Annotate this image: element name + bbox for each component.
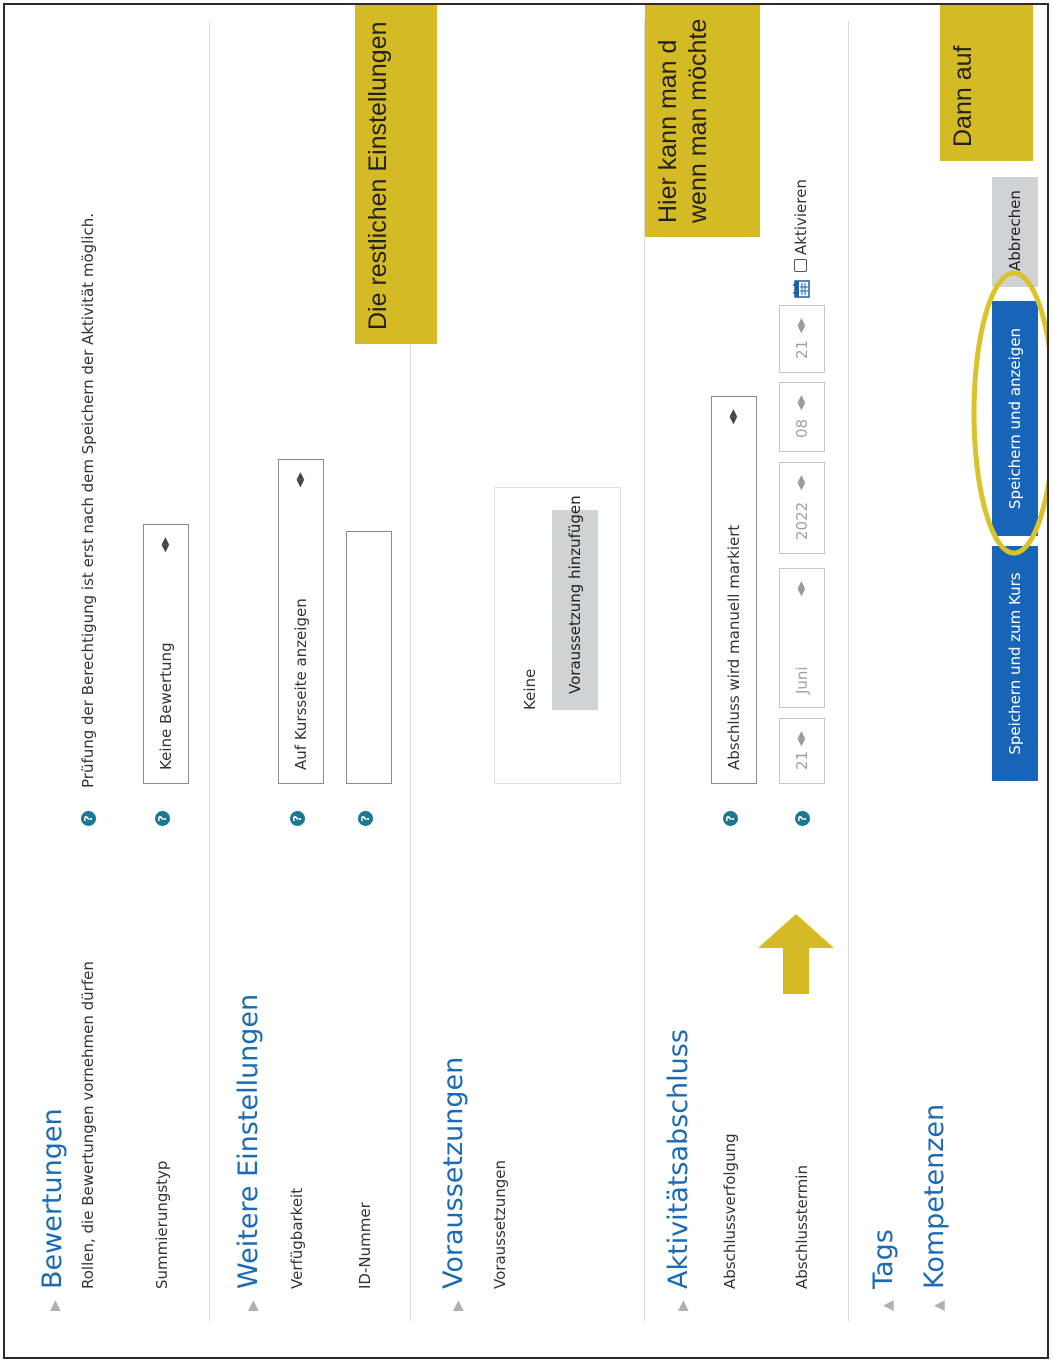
annotation-callout-date-line1: Hier kann man d [654, 39, 682, 223]
section-title-tags[interactable]: Tags [868, 1229, 899, 1289]
availability-value: Auf Kursseite anzeigen [292, 598, 310, 770]
section-title-aktivitaetsabschluss[interactable]: Aktivitätsabschluss [663, 1029, 694, 1289]
annotation-callout-save: Dann auf [940, 5, 1033, 161]
save-and-return-button[interactable]: Speichern und zum Kurs [992, 546, 1038, 781]
completion-day-select[interactable]: 21 ◀▶ [779, 718, 825, 784]
screenshot-frame: ▶ Bewertungen Rollen, die Bewertungen vo… [3, 3, 1049, 1359]
availability-select[interactable]: Auf Kursseite anzeigen ◀▶ [278, 459, 324, 784]
completion-month-select[interactable]: Juni ◀▶ [779, 568, 825, 708]
add-prerequisite-button[interactable]: Voraussetzung hinzufügen [552, 495, 598, 710]
id-number-label: ID-Nummer [356, 1202, 374, 1289]
roles-label: Rollen, die Bewertungen vornehmen dürfen [79, 961, 97, 1289]
completion-minute-value: 21 [793, 339, 811, 359]
availability-label: Verfügbarkeit [288, 1187, 306, 1289]
chevron-right-icon[interactable]: ▶ [47, 1300, 63, 1311]
id-number-input[interactable] [346, 531, 392, 784]
select-arrows-icon: ◀▶ [295, 472, 306, 488]
chevron-right-icon[interactable]: ▶ [450, 1300, 466, 1311]
prerequisites-label: Voraussetzungen [491, 1159, 509, 1289]
completion-tracking-value: Abschluss wird manuell markiert [725, 524, 743, 770]
select-arrows-icon: ◀▶ [796, 318, 807, 334]
help-icon[interactable]: ? [358, 811, 373, 826]
summary-type-value: Keine Bewertung [157, 642, 175, 770]
select-arrows-icon: ◀▶ [796, 475, 807, 491]
chevron-right-icon[interactable]: ▶ [245, 1300, 261, 1311]
annotation-callout-settings: Die restlichen Einstellungen [355, 5, 437, 344]
help-icon[interactable]: ? [723, 811, 738, 826]
select-arrows-icon: ◀▶ [160, 537, 171, 553]
help-icon[interactable]: ? [795, 811, 810, 826]
section-title-kompetenzen[interactable]: Kompetenzen [919, 1104, 950, 1289]
completion-month-value: Juni [793, 666, 811, 694]
rotated-page: ▶ Bewertungen Rollen, die Bewertungen vo… [5, 5, 1047, 1357]
prerequisites-box: Keine Voraussetzung hinzufügen [494, 487, 621, 784]
summary-type-select[interactable]: Keine Bewertung ◀▶ [143, 524, 189, 784]
select-arrows-icon: ◀▶ [796, 581, 807, 597]
section-title-weitere-einstellungen[interactable]: Weitere Einstellungen [233, 994, 264, 1289]
ellipse-highlight [971, 270, 1047, 556]
completion-hour-value: 08 [793, 418, 811, 438]
enable-date-checkbox[interactable] [794, 259, 807, 272]
completion-tracking-label: Abschlussverfolgung [721, 1133, 739, 1289]
completion-day-value: 21 [793, 750, 811, 770]
select-arrows-icon: ◀▶ [796, 395, 807, 411]
select-arrows-icon: ◀▶ [728, 409, 739, 425]
completion-minute-select[interactable]: 21 ◀▶ [779, 305, 825, 373]
select-arrows-icon: ◀▶ [796, 731, 807, 747]
arrow-right-icon [758, 914, 834, 994]
completion-tracking-select[interactable]: Abschluss wird manuell markiert ◀▶ [711, 396, 757, 784]
section-divider [209, 21, 210, 1321]
help-icon[interactable]: ? [155, 811, 170, 826]
completion-date-label: Abschlusstermin [793, 1165, 811, 1289]
chevron-up-icon[interactable]: ▲ [880, 1300, 896, 1311]
section-title-bewertungen[interactable]: Bewertungen [37, 1108, 68, 1289]
annotation-callout-date: Hier kann man d wenn man möchte [645, 5, 760, 237]
chevron-right-icon[interactable]: ▶ [675, 1300, 691, 1311]
section-title-voraussetzungen[interactable]: Voraussetzungen [438, 1057, 469, 1289]
enable-date-label[interactable]: Aktivieren [792, 179, 810, 255]
completion-year-select[interactable]: 2022 ◀▶ [779, 462, 825, 554]
annotation-callout-date-line2: wenn man möchte [684, 18, 712, 223]
help-icon[interactable]: ? [290, 811, 305, 826]
completion-hour-select[interactable]: 08 ◀▶ [779, 382, 825, 452]
help-icon[interactable]: ? [81, 811, 96, 826]
summary-type-label: Summierungstyp [153, 1160, 171, 1289]
section-divider [848, 21, 849, 1321]
prerequisites-none-text: Keine [521, 668, 539, 710]
completion-year-value: 2022 [793, 501, 811, 540]
roles-text: Prüfung der Berechtigung ist erst nach d… [79, 213, 97, 788]
calendar-icon[interactable] [792, 280, 810, 298]
chevron-up-icon[interactable]: ▲ [931, 1300, 947, 1311]
